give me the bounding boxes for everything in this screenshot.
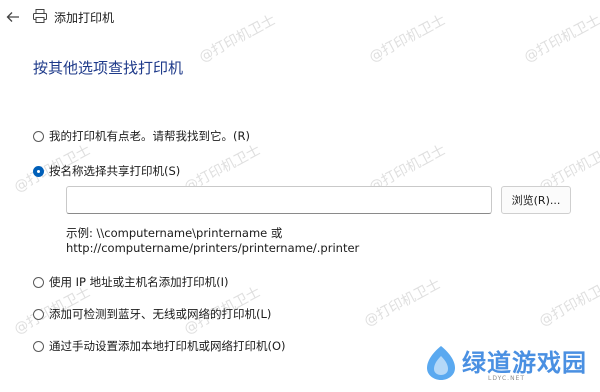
radio-old-printer[interactable] xyxy=(33,130,44,142)
title-bar: 添加打印机 xyxy=(0,0,600,34)
option-label: 我的打印机有点老。请帮我找到它。(R) xyxy=(49,129,250,143)
page-title: 按其他选项查找打印机 xyxy=(33,59,184,77)
back-arrow-icon[interactable] xyxy=(4,8,22,26)
radio-manual-setup[interactable] xyxy=(33,340,44,352)
option-label: 使用 IP 地址或主机名添加打印机(I) xyxy=(49,275,229,289)
printer-name-input[interactable] xyxy=(66,186,492,214)
option-old-printer[interactable]: 我的打印机有点老。请帮我找到它。(R) xyxy=(33,128,250,144)
watermark-text: @打印机卫士 xyxy=(361,276,444,330)
example-line-1: 示例: \\computername\printername 或 xyxy=(66,226,283,240)
radio-shared-by-name[interactable] xyxy=(33,165,44,177)
window-title: 添加打印机 xyxy=(54,11,115,25)
radio-ip-hostname[interactable] xyxy=(33,276,44,288)
brand-logo: 绿道游戏园 LDYC.NET xyxy=(424,342,594,386)
brand-subtitle: LDYC.NET xyxy=(488,375,526,382)
option-shared-by-name[interactable]: 按名称选择共享打印机(S) xyxy=(33,163,180,179)
radio-bluetooth-wireless[interactable] xyxy=(33,308,44,320)
option-ip-hostname[interactable]: 使用 IP 地址或主机名添加打印机(I) xyxy=(33,274,229,290)
option-label: 通过手动设置添加本地打印机或网络打印机(O) xyxy=(49,339,286,353)
brand-logo-icon xyxy=(424,344,458,382)
browse-button[interactable]: 浏览(R)... xyxy=(501,186,571,214)
option-bluetooth-wireless[interactable]: 添加可检测到蓝牙、无线或网络的打印机(L) xyxy=(33,306,271,322)
option-label: 按名称选择共享打印机(S) xyxy=(49,164,181,178)
option-label: 添加可检测到蓝牙、无线或网络的打印机(L) xyxy=(49,307,272,321)
brand-name: 绿道游戏园 xyxy=(462,349,587,377)
watermark-text: @打印机卫士 xyxy=(536,276,600,330)
option-manual-setup[interactable]: 通过手动设置添加本地打印机或网络打印机(O) xyxy=(33,338,286,354)
example-line-2: http://computername/printers/printername… xyxy=(66,241,360,255)
printer-icon xyxy=(32,8,48,24)
